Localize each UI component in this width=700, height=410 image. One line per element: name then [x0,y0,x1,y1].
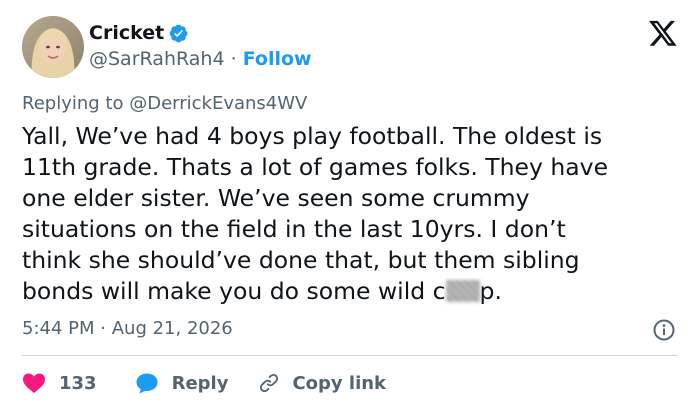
x-logo-icon[interactable] [648,18,678,48]
tweet-line: 11th grade. Thats a lot of games folks. … [22,153,609,181]
tweet-date: Aug 21, 2026 [111,318,233,339]
timestamp-separator: · [100,318,106,339]
tweet-line: think she should’ve done that, but them … [22,246,580,274]
tweet-line-end: p. [479,277,502,305]
reply-target-link[interactable]: @DerrickEvans4WV [129,93,307,114]
reply-context: Replying to @DerrickEvans4WV [22,93,307,115]
handle-separator: · [230,48,237,70]
reply-button[interactable]: Reply [135,372,229,394]
copy-link-button[interactable]: Copy link [258,372,386,394]
tweet-line: bonds will make you do some wild c [22,277,446,305]
tweet-line: Yall, We’ve had 4 boys play football. Th… [22,122,603,150]
like-count: 133 [59,372,97,394]
tweet-time: 5:44 PM [22,318,95,339]
reply-label: Reply [171,372,229,394]
heart-icon [23,373,45,393]
like-button[interactable]: 133 [22,372,97,394]
link-icon [260,373,279,393]
author-handle[interactable]: @SarRahRah4 [89,48,225,70]
author-handle-row: @SarRahRah4 · Follow [89,47,312,71]
copy-link-label: Copy link [292,372,387,394]
author-display-name-row[interactable]: Cricket [89,21,189,45]
reply-bubble-icon [136,373,158,394]
tweet-text: Yall, We’ve had 4 boys play football. Th… [22,121,687,307]
tweet-line: situations on the field in the last 10yr… [22,215,566,243]
tweet-line: one elder sister. We’ve seen some crummy [22,184,530,212]
tweet-timestamp[interactable]: 5:44 PM · Aug 21, 2026 [22,318,233,340]
reply-context-prefix: Replying to [22,93,124,114]
censor-blur [445,280,480,302]
follow-button[interactable]: Follow [243,48,312,70]
avatar-image [22,16,84,78]
avatar[interactable] [22,16,84,78]
divider [22,355,678,356]
info-icon[interactable] [652,318,676,342]
action-bar: 133 Reply Copy link [22,369,386,397]
verified-badge-icon [168,23,189,44]
tweet-line-last: bonds will make you do some wild c p. [22,276,687,307]
author-display-name[interactable]: Cricket [89,21,164,45]
